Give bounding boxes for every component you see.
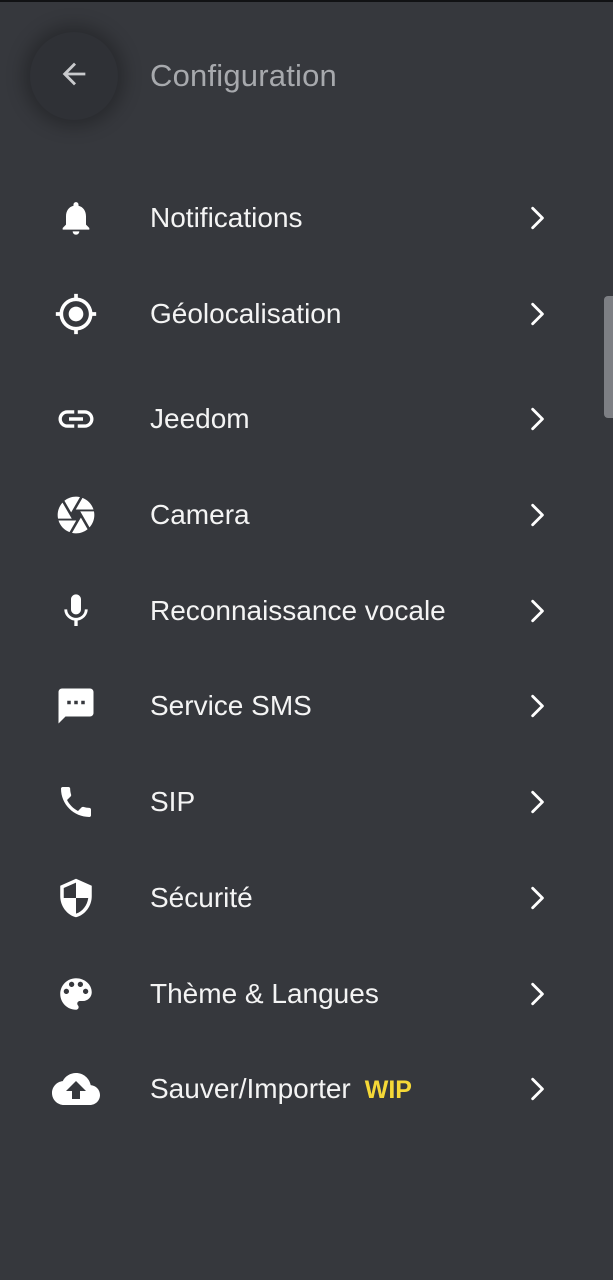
wip-badge: WIP xyxy=(364,1076,412,1104)
menu-item-jeedom[interactable]: Jeedom xyxy=(0,373,613,465)
menu-item-reconnaissance-vocale[interactable]: Reconnaissance vocale xyxy=(0,565,613,657)
sms-icon xyxy=(52,682,100,730)
chevron-right-icon xyxy=(524,981,550,1007)
chevron-right-icon xyxy=(524,205,550,231)
menu-item-label: Notifications xyxy=(150,202,303,233)
menu-item-label: Sauver/Importer WIP xyxy=(150,1073,412,1105)
chevron-right-icon xyxy=(524,598,550,624)
menu-item-label: Sécurité xyxy=(150,882,253,913)
chevron-right-icon xyxy=(524,693,550,719)
menu-item-label: Service SMS xyxy=(150,690,312,721)
cloud-upload-icon xyxy=(52,1065,100,1113)
scrollbar[interactable] xyxy=(604,296,613,418)
menu-item-label: Géolocalisation xyxy=(150,298,342,329)
camera-aperture-icon xyxy=(52,491,100,539)
chevron-right-icon xyxy=(524,1076,550,1102)
chevron-right-icon xyxy=(524,502,550,528)
chevron-right-icon xyxy=(524,301,550,327)
menu-item-label: Camera xyxy=(150,499,250,530)
shield-icon xyxy=(52,874,100,922)
menu-item-sauver-importer[interactable]: Sauver/Importer WIP xyxy=(0,1043,613,1135)
menu-item-service-sms[interactable]: Service SMS xyxy=(0,660,613,752)
page-title: Configuration xyxy=(150,58,337,93)
palette-icon xyxy=(52,970,100,1018)
microphone-icon xyxy=(52,587,100,635)
crosshair-icon xyxy=(52,290,100,338)
menu-item-sip[interactable]: SIP xyxy=(0,756,613,848)
menu-item-label: Jeedom xyxy=(150,403,250,434)
menu-item-label: Thème & Langues xyxy=(150,978,379,1009)
menu-item-geolocalisation[interactable]: Géolocalisation xyxy=(0,268,613,360)
menu-item-label: Reconnaissance vocale xyxy=(150,595,446,626)
chevron-right-icon xyxy=(524,406,550,432)
back-button[interactable] xyxy=(30,32,118,120)
arrow-left-icon xyxy=(57,57,91,96)
menu-item-theme-langues[interactable]: Thème & Langues xyxy=(0,948,613,1040)
chevron-right-icon xyxy=(524,885,550,911)
link-icon xyxy=(52,395,100,443)
bell-icon xyxy=(52,194,100,242)
menu-item-label: SIP xyxy=(150,786,196,817)
menu-item-label-text: Sauver/Importer xyxy=(150,1073,351,1104)
header: Configuration xyxy=(0,0,613,150)
chevron-right-icon xyxy=(524,789,550,815)
phone-icon xyxy=(52,778,100,826)
menu-item-notifications[interactable]: Notifications xyxy=(0,172,613,264)
menu-item-camera[interactable]: Camera xyxy=(0,469,613,561)
menu-item-securite[interactable]: Sécurité xyxy=(0,852,613,944)
